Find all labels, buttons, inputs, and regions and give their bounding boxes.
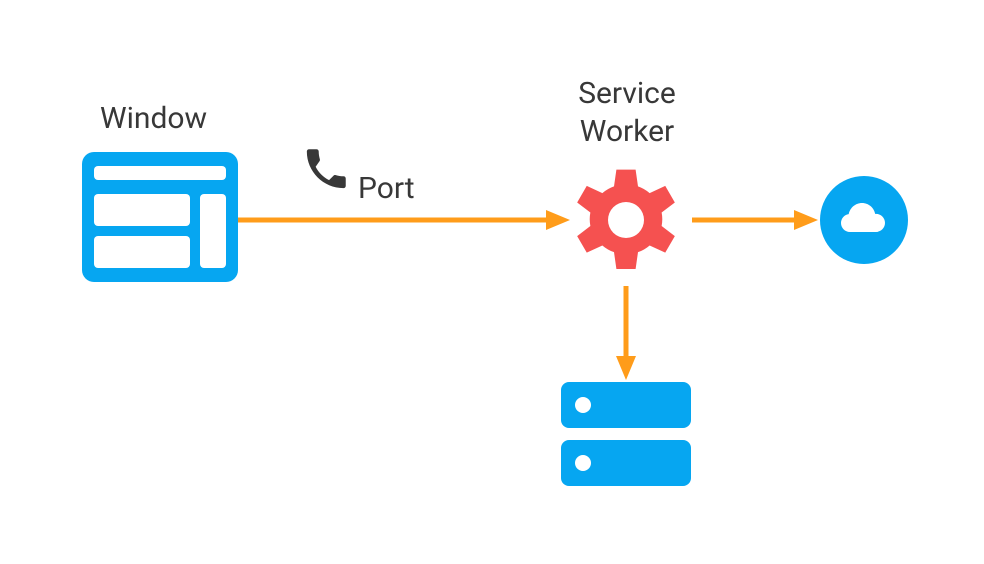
window-label: Window [100, 100, 207, 138]
arrow-sw-to-cloud [692, 206, 818, 234]
arrow-sw-to-cache [612, 286, 640, 380]
service-worker-label: Service Worker [557, 75, 697, 150]
arrow-window-to-sw [238, 206, 570, 234]
port-label: Port [358, 170, 415, 208]
browser-window-icon [82, 152, 238, 282]
cloud-circle-icon [820, 176, 908, 264]
phone-icon [303, 146, 349, 192]
gear-icon [566, 160, 686, 280]
cache-drives-icon [561, 382, 691, 486]
